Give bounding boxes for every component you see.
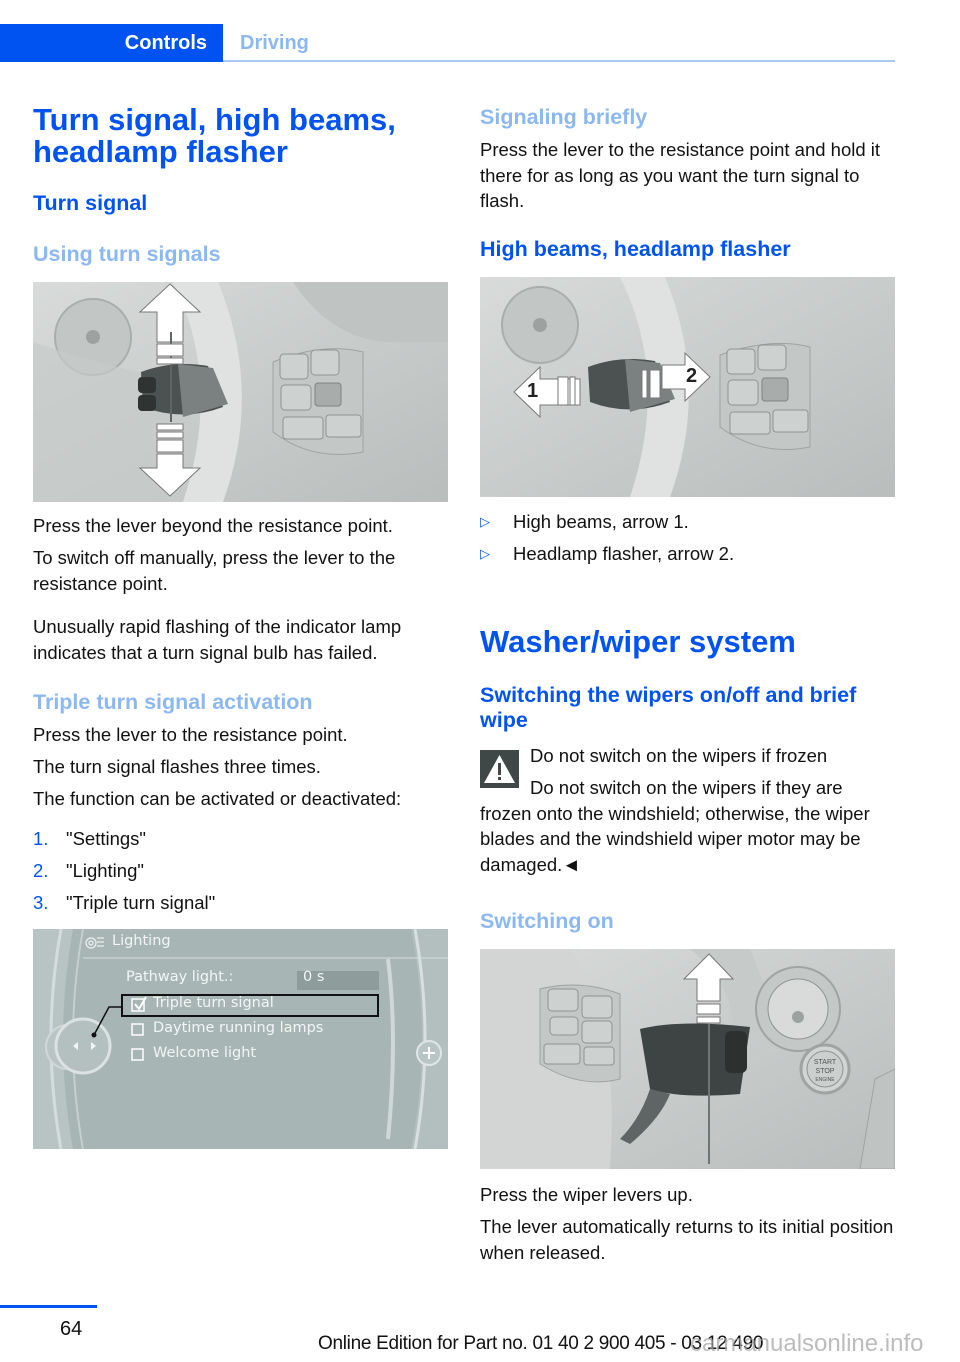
wiper-lever-figure: START STOP ENGINE: [480, 949, 895, 1169]
paragraph: Press the lever beyond the resistance po…: [33, 515, 393, 536]
step-text: "Settings": [66, 828, 146, 849]
page-title: Turn signal, high beams, headlamp flashe…: [33, 102, 396, 169]
subsection-heading-switching-on: Switching on: [480, 909, 614, 933]
step-number: 3.: [33, 892, 49, 913]
menu-title: Lighting: [112, 933, 171, 949]
subsection-heading-triple-turn-signal: Triple turn signal activation: [33, 690, 313, 714]
list-item: 2. "Lighting": [33, 855, 449, 887]
turn-signal-figure: [33, 282, 448, 502]
list-item: ▷ Headlamp flasher, arrow 2.: [480, 538, 898, 570]
step-number: 2.: [33, 860, 49, 881]
footer-divider: [0, 1305, 97, 1308]
step-number: 1.: [33, 828, 49, 849]
paragraph: Press the lever to the resistance point …: [480, 139, 881, 211]
arrow-label-2: 2: [686, 365, 697, 387]
triangle-bullet-icon: ▷: [480, 546, 490, 561]
paragraph: The function can be activated or deactiv…: [33, 788, 402, 809]
bullet-text: Headlamp flasher, arrow 2.: [513, 543, 735, 564]
engine-label: ENGINE: [815, 1077, 835, 1083]
header-divider: [223, 60, 895, 62]
triangle-bullet-icon: ▷: [480, 514, 490, 529]
paragraph: Press the wiper levers up.: [480, 1184, 693, 1205]
menu-option-welcome-light[interactable]: Welcome light: [153, 1045, 256, 1061]
paragraph: The lever automatically returns to its i…: [480, 1216, 894, 1263]
tab-controls[interactable]: Controls: [0, 24, 223, 62]
steps-list: 1. "Settings" 2. "Lighting" 3. "Triple turn…: [33, 823, 449, 919]
section-heading-high-beams: High beams, headlamp flasher: [480, 237, 791, 261]
section-heading-turn-signal: Turn signal: [33, 191, 148, 215]
menu-option-triple-turn-signal[interactable]: Triple turn signal: [153, 995, 274, 1011]
tab-driving[interactable]: Driving: [240, 24, 309, 62]
paragraph: The turn signal flashes three times.: [33, 756, 321, 777]
high-beams-figure: 1 2: [480, 277, 895, 497]
watermark: carmanualsonline.info: [690, 1330, 924, 1357]
start-label: START: [814, 1059, 837, 1066]
list-item: ▷ High beams, arrow 1.: [480, 506, 898, 538]
list-item: 3. "Triple turn signal": [33, 887, 449, 919]
bullet-text: High beams, arrow 1.: [513, 511, 689, 532]
stop-label: STOP: [816, 1068, 835, 1075]
pathway-light-value[interactable]: 0 s: [303, 969, 324, 985]
arrow-label-1: 1: [527, 380, 538, 402]
list-item: 1. "Settings": [33, 823, 449, 855]
subsection-heading-signaling-briefly: Signaling briefly: [480, 105, 648, 129]
section-title-washer-wiper: Washer/wiper system: [480, 624, 796, 659]
paragraph: Unusually rapid flashing of the indicato…: [33, 616, 402, 663]
warning-body: Do not switch on the wipers if they are …: [480, 777, 870, 875]
paragraph: Press the lever to the resistance point.: [33, 724, 348, 745]
step-text: "Triple turn signal": [66, 892, 216, 913]
bullet-list: ▷ High beams, arrow 1. ▷ Headlamp flasher,…: [480, 506, 898, 570]
pathway-light-label: Pathway light.:: [126, 969, 234, 985]
section-heading-switching-wipers: Switching the wipers on/off and brief wi…: [480, 683, 857, 732]
subsection-heading-using-turn-signals: Using turn signals: [33, 242, 221, 266]
step-text: "Lighting": [66, 860, 144, 881]
menu-option-daytime-running-lamps[interactable]: Daytime running lamps: [153, 1020, 323, 1036]
paragraph: To switch off manually, press the lever …: [33, 547, 396, 594]
page-number: 64: [60, 1318, 83, 1340]
warning-title: Do not switch on the wipers if frozen: [530, 745, 828, 766]
lighting-menu-figure: Lighting Pathway light.: 0 s Triple turn…: [33, 929, 448, 1149]
